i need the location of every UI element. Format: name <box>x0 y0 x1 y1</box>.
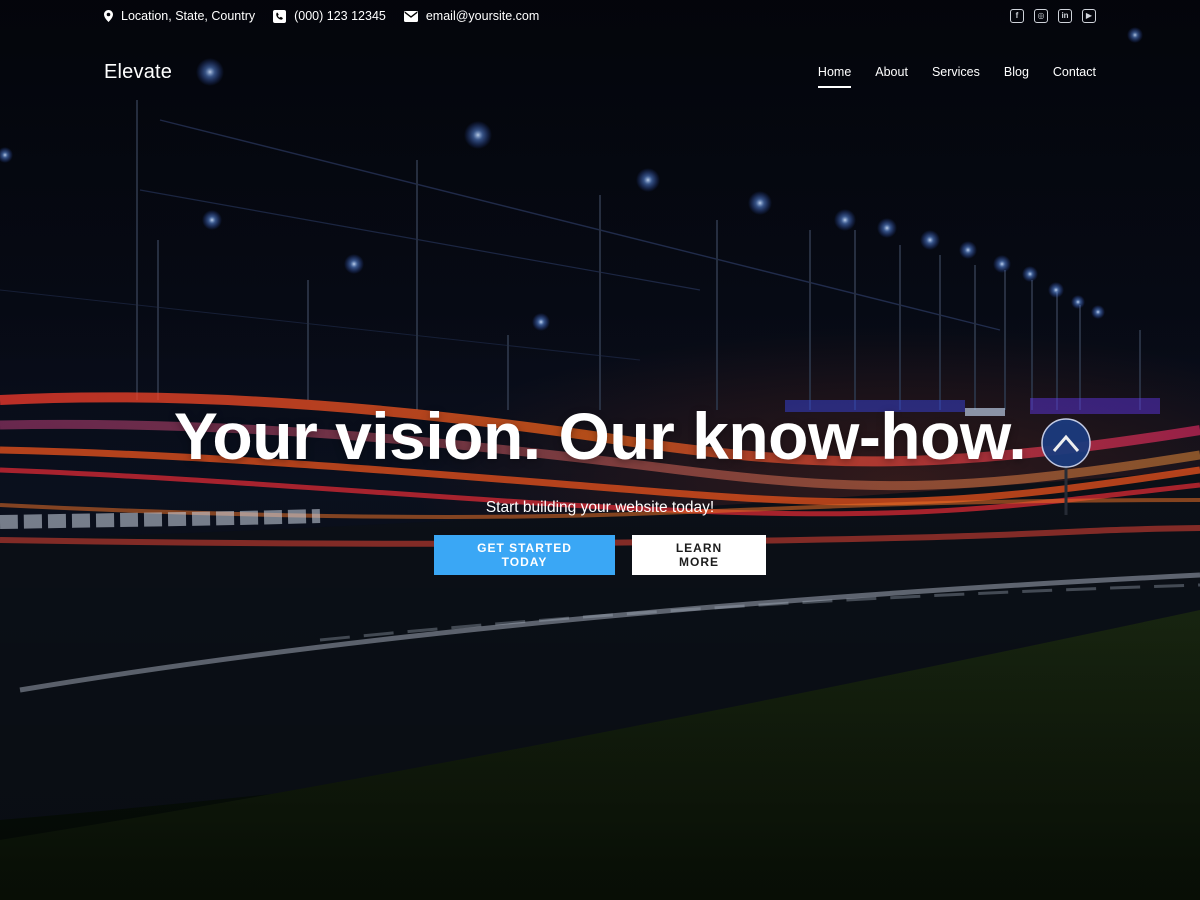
envelope-icon <box>403 10 418 22</box>
learn-more-button[interactable]: LEARN MORE <box>632 534 766 575</box>
main-nav: Home About Services Blog Contact <box>817 59 1096 88</box>
location-text: Location, State, Country <box>121 9 256 23</box>
phone-text: (000) 123 12345 <box>294 9 386 23</box>
youtube-icon[interactable]: ▶ <box>1082 9 1096 23</box>
email-link[interactable]: email@yoursite.com <box>426 9 539 23</box>
map-pin-icon <box>104 10 113 22</box>
phone-icon <box>273 9 287 23</box>
instagram-icon[interactable]: ◎ <box>1034 9 1048 23</box>
phone-info: (000) 123 12345 <box>273 9 386 23</box>
hero-section: Your vision. Our know-how. Start buildin… <box>0 400 1200 575</box>
location-info: Location, State, Country <box>104 9 255 23</box>
site-header: Elevate Home About Services Blog Contact <box>0 52 1200 92</box>
email-info: email@yoursite.com <box>403 9 539 23</box>
social-links: f ◎ in ▶ <box>1010 9 1096 23</box>
nav-item-contact[interactable]: Contact <box>1053 59 1096 85</box>
get-started-button[interactable]: GET STARTED TODAY <box>434 534 615 575</box>
nav-item-services[interactable]: Services <box>932 59 980 85</box>
linkedin-icon[interactable]: in <box>1058 9 1072 23</box>
nav-item-about[interactable]: About <box>875 59 908 85</box>
contact-info: Location, State, Country (000) 123 12345… <box>104 9 539 23</box>
top-contact-bar: Location, State, Country (000) 123 12345… <box>0 0 1200 32</box>
hero-title: Your vision. Our know-how. <box>173 399 1027 473</box>
hero-subtitle: Start building your website today! <box>485 498 715 516</box>
nav-item-blog[interactable]: Blog <box>1004 59 1029 85</box>
facebook-icon[interactable]: f <box>1010 9 1024 23</box>
nav-item-home[interactable]: Home <box>817 59 852 88</box>
hero-buttons: GET STARTED TODAY LEARN MORE <box>434 534 766 575</box>
site-title[interactable]: Elevate <box>104 61 172 84</box>
